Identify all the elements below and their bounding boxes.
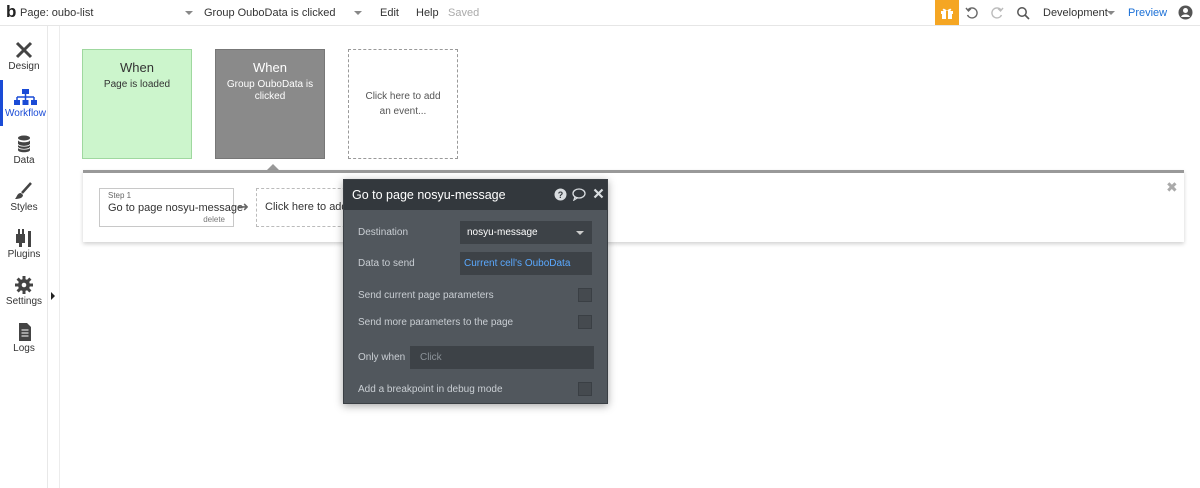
destination-dropdown[interactable]: nosyu-message [460, 221, 592, 244]
sidebar-item-label: Workflow [5, 108, 46, 119]
plug-icon [16, 229, 31, 247]
send-more-params-checkbox[interactable] [578, 315, 592, 329]
expand-arrow-icon[interactable] [51, 292, 55, 300]
sidebar-item-logs[interactable]: Logs [0, 315, 48, 361]
sidebar-item-plugins[interactable]: Plugins [0, 221, 48, 267]
bubble-logo[interactable]: b [6, 0, 16, 26]
event-when-label: When [253, 60, 287, 75]
workflow-step-card[interactable]: Step 1 Go to page nosyu-message delete [99, 188, 243, 227]
destination-label: Destination [358, 227, 409, 238]
data-to-send-label: Data to send [358, 258, 415, 269]
breakpoint-checkbox[interactable] [578, 382, 592, 396]
gift-icon [941, 8, 953, 19]
comment-icon[interactable] [572, 188, 586, 201]
only-when-input[interactable]: Click [410, 346, 594, 369]
chevron-down-icon[interactable] [1107, 11, 1115, 15]
canvas-divider [59, 26, 60, 488]
environment-selector[interactable]: Development [1043, 0, 1108, 26]
add-action-card[interactable]: Click here to add an action... [256, 188, 356, 227]
chevron-down-icon[interactable] [185, 11, 193, 15]
data-to-send-field[interactable]: Current cell's OuboData [460, 252, 592, 275]
account-icon[interactable] [1178, 5, 1193, 20]
document-icon [19, 323, 31, 341]
menu-help[interactable]: Help [416, 0, 439, 26]
sidebar-item-workflow[interactable]: Workflow [0, 80, 48, 126]
sidebar-item-label: Design [8, 61, 40, 72]
environment-label: Development [1043, 7, 1108, 19]
close-icon[interactable]: ✖ [1166, 179, 1178, 196]
redo-icon[interactable] [990, 6, 1004, 20]
saved-status: Saved [448, 7, 480, 19]
step-delete-link[interactable]: delete [203, 215, 225, 224]
add-event-card[interactable]: Click here to add an event... [348, 49, 458, 159]
event-selector-label: Group OuboData is clicked [204, 7, 336, 19]
event-when-label: When [120, 60, 154, 75]
sidebar-item-label: Data [13, 155, 35, 166]
sidebar-item-data[interactable]: Data [0, 127, 48, 173]
help-icon[interactable]: ? [554, 188, 567, 201]
workflow-icon [14, 89, 37, 105]
event-text: Group OuboData is clicked [226, 79, 314, 102]
sidebar-item-settings[interactable]: Settings [0, 268, 48, 314]
gift-button[interactable] [935, 0, 959, 25]
event-text: Page is loaded [103, 79, 171, 90]
brush-icon [15, 182, 32, 199]
panel-title: Go to page nosyu-message [352, 188, 506, 202]
destination-value: nosyu-message [467, 227, 538, 238]
only-when-placeholder: Click [420, 352, 442, 363]
step-number: Step 1 [108, 191, 132, 200]
action-property-panel: Go to page nosyu-message ? Destination n… [343, 179, 608, 404]
send-params-label: Send current page parameters [358, 290, 494, 301]
send-more-params-label: Send more parameters to the page [358, 317, 514, 328]
chevron-down-icon [576, 231, 584, 235]
preview-button[interactable]: Preview [1128, 0, 1167, 26]
data-to-send-value: Current cell's OuboData [464, 258, 571, 269]
svg-text:?: ? [558, 190, 564, 200]
send-params-checkbox[interactable] [578, 288, 592, 302]
sidebar-item-label: Logs [13, 343, 35, 354]
gear-icon [15, 276, 33, 294]
sidebar-item-label: Plugins [7, 249, 41, 260]
sidebar-item-label: Settings [5, 296, 43, 307]
sidebar: Design Workflow Data Styles Plugins Sett… [0, 26, 55, 488]
panel-header: Go to page nosyu-message ? [344, 180, 607, 210]
close-icon[interactable] [593, 188, 604, 199]
only-when-label: Only when [358, 352, 406, 363]
search-icon[interactable] [1016, 6, 1030, 20]
page-selector-label: Page: oubo-list [20, 7, 94, 19]
menu-edit[interactable]: Edit [380, 0, 399, 26]
add-event-label: Click here to add an event... [365, 91, 441, 117]
event-card-group-clicked[interactable]: When Group OuboData is clicked [215, 49, 325, 159]
sidebar-item-styles[interactable]: Styles [0, 174, 48, 220]
page-selector[interactable]: Page: oubo-list [20, 0, 93, 26]
sidebar-item-label: Styles [10, 202, 38, 213]
arrow-right-icon: ➜ [238, 199, 249, 214]
undo-icon[interactable] [965, 6, 979, 20]
design-icon [15, 41, 33, 59]
chevron-down-icon[interactable] [354, 11, 362, 15]
event-selector[interactable]: Group OuboData is clicked [204, 0, 335, 26]
step-title: Go to page nosyu-message [108, 202, 244, 214]
event-card-page-loaded[interactable]: When Page is loaded [82, 49, 192, 159]
sidebar-item-design[interactable]: Design [0, 33, 48, 79]
breakpoint-label: Add a breakpoint in debug mode [358, 384, 503, 395]
top-toolbar: b Page: oubo-list Group OuboData is clic… [0, 0, 1200, 26]
database-icon [17, 135, 31, 153]
